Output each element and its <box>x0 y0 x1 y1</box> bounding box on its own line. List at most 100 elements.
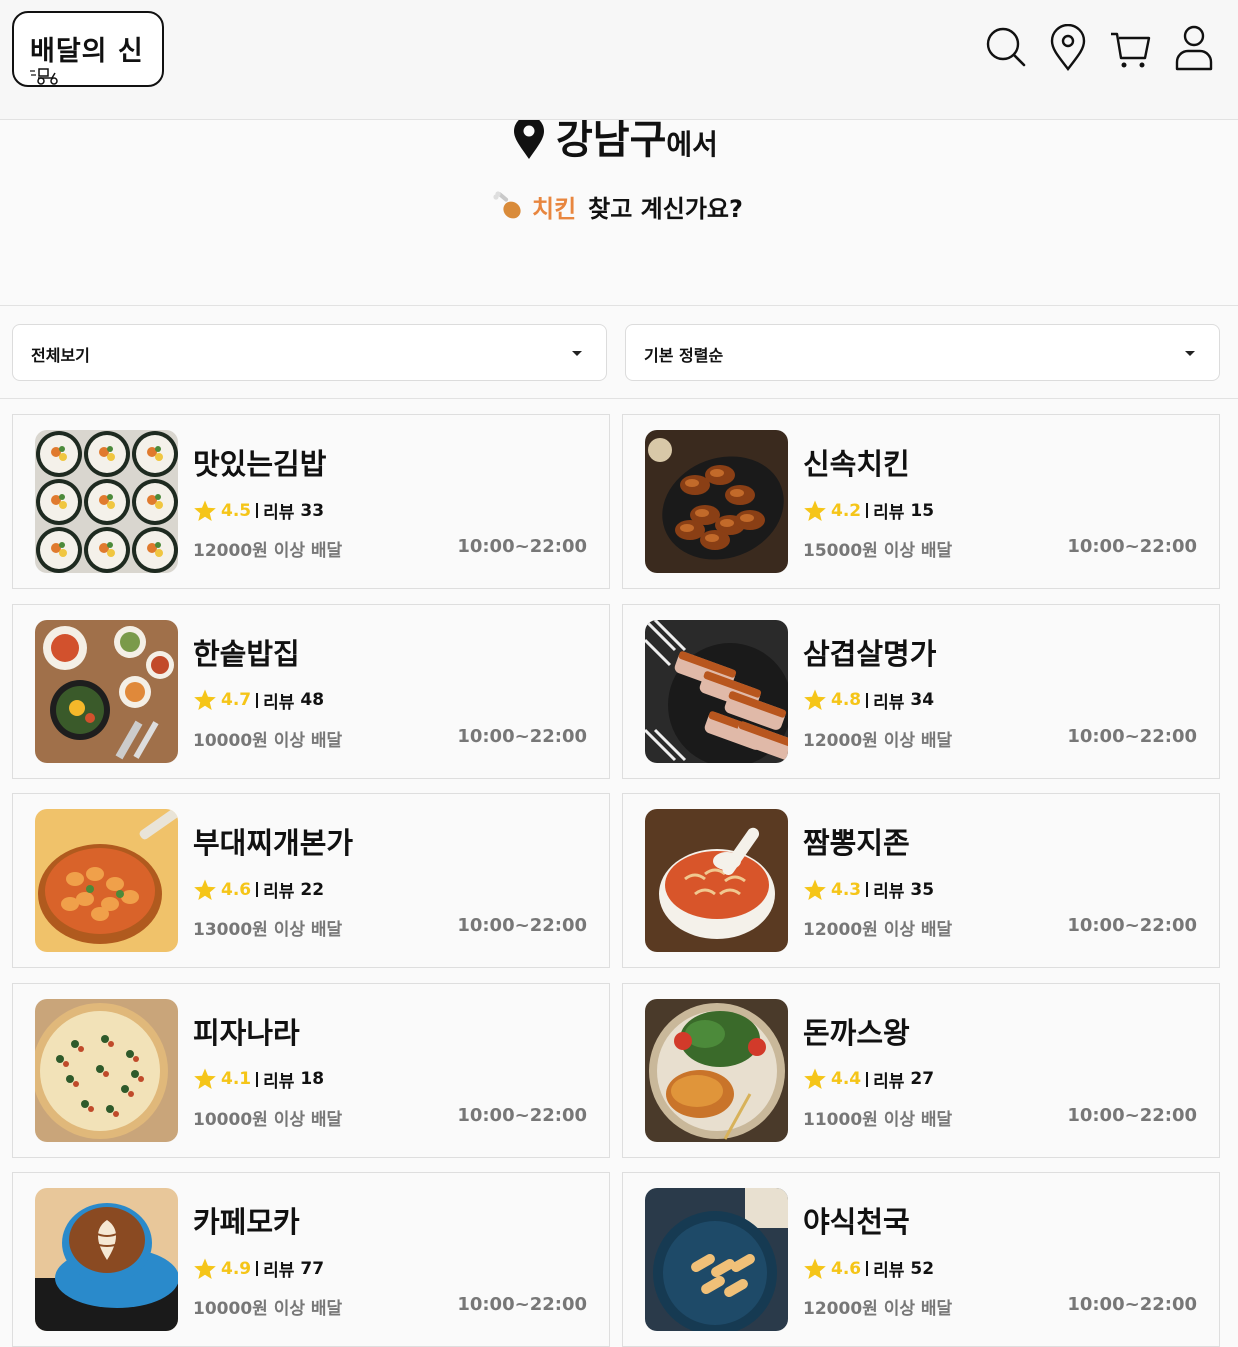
logo[interactable]: 배달의 신 <box>12 11 164 87</box>
restaurant-card[interactable]: 맛있는김밥 4.5 리뷰 33 12000원 이상 배달 10:00~22:00 <box>12 414 610 589</box>
rating-row: 4.6 리뷰 52 <box>803 1256 934 1281</box>
restaurant-name: 돈까스왕 <box>803 1015 910 1050</box>
rating-score: 4.1 <box>221 1069 252 1089</box>
sort-select[interactable]: 기본 정렬순 <box>625 324 1220 381</box>
opening-hours: 10:00~22:00 <box>457 1104 587 1126</box>
min-order: 12000원 이상 배달 <box>803 730 953 751</box>
restaurant-thumbnail <box>35 998 178 1142</box>
review-count: 27 <box>910 1069 935 1089</box>
category-select[interactable]: 전체보기 <box>12 324 607 381</box>
restaurant-thumbnail <box>645 809 788 952</box>
review-count: 18 <box>300 1069 325 1089</box>
search-icon[interactable] <box>983 24 1027 72</box>
opening-hours: 10:00~22:00 <box>1067 915 1197 936</box>
divider <box>256 1071 259 1087</box>
review-label: 리뷰 <box>263 692 295 713</box>
rating-score: 4.8 <box>831 690 862 710</box>
star-icon <box>194 689 216 710</box>
restaurant-name: 피자나라 <box>193 1015 300 1050</box>
restaurant-card[interactable]: 한솥밥집 4.7 리뷰 48 10000원 이상 배달 10:00~22:00 <box>12 603 610 779</box>
question-line: 치킨 찾고 계신가요? <box>492 186 743 226</box>
restaurant-thumbnail <box>35 619 178 763</box>
opening-hours: 10:00~22:00 <box>457 1294 587 1315</box>
restaurant-name: 삼겹살명가 <box>803 636 937 671</box>
review-label: 리뷰 <box>263 1071 295 1092</box>
rating-score: 4.2 <box>831 500 862 521</box>
star-icon <box>194 500 216 521</box>
review-count: 15 <box>910 500 935 521</box>
caret-down-icon <box>572 351 582 356</box>
rating-row: 4.7 리뷰 48 <box>193 688 324 713</box>
opening-hours: 10:00~22:00 <box>1067 725 1197 747</box>
rating-row: 4.2 리뷰 15 <box>803 498 934 523</box>
review-label: 리뷰 <box>873 882 905 902</box>
min-order: 10000원 이상 배달 <box>193 730 343 751</box>
min-order: 10000원 이상 배달 <box>193 1299 343 1319</box>
divider <box>866 692 869 708</box>
location-pin-icon[interactable] <box>1046 23 1090 72</box>
star-icon <box>804 1068 826 1089</box>
restaurant-name: 부대찌개본가 <box>193 826 354 860</box>
opening-hours: 10:00~22:00 <box>1067 536 1197 557</box>
restaurant-thumbnail <box>35 809 178 952</box>
food-keyword[interactable]: 치킨 <box>532 189 576 224</box>
cart-icon[interactable] <box>1109 24 1153 72</box>
restaurant-thumbnail <box>645 998 788 1142</box>
review-label: 리뷰 <box>263 1261 295 1281</box>
restaurant-thumbnail <box>645 619 788 763</box>
restaurant-name: 짬뽕지존 <box>803 826 910 860</box>
divider <box>256 882 259 897</box>
divider <box>866 1261 869 1276</box>
review-count: 48 <box>300 690 325 710</box>
opening-hours: 10:00~22:00 <box>457 915 587 936</box>
restaurant-card[interactable]: 피자나라 4.1 리뷰 18 10000원 이상 배달 10:00~22:00 <box>12 982 610 1158</box>
rating-score: 4.4 <box>831 1069 862 1089</box>
divider <box>256 692 259 708</box>
opening-hours: 10:00~22:00 <box>457 725 587 747</box>
divider <box>866 503 869 518</box>
opening-hours: 10:00~22:00 <box>457 536 587 557</box>
restaurant-name: 카페모카 <box>193 1205 300 1239</box>
min-order: 12000원 이상 배달 <box>193 541 343 561</box>
rating-row: 4.5 리뷰 33 <box>193 498 324 523</box>
star-icon <box>194 1068 216 1089</box>
min-order: 12000원 이상 배달 <box>803 920 953 940</box>
restaurant-card[interactable]: 신속치킨 4.2 리뷰 15 15000원 이상 배달 10:00~22:00 <box>622 414 1220 589</box>
divider <box>256 503 259 518</box>
rating-row: 4.9 리뷰 77 <box>193 1256 324 1281</box>
restaurant-card[interactable]: 삼겹살명가 4.8 리뷰 34 12000원 이상 배달 10:00~22:00 <box>622 603 1220 779</box>
question-text: 찾고 계신가요? <box>588 194 743 223</box>
restaurant-thumbnail <box>35 1188 178 1331</box>
restaurant-card[interactable]: 카페모카 4.9 리뷰 77 10000원 이상 배달 10:00~22:00 <box>12 1172 610 1347</box>
review-count: 33 <box>300 500 325 521</box>
rating-score: 4.7 <box>221 690 252 710</box>
restaurant-card[interactable]: 야식천국 4.6 리뷰 52 12000원 이상 배달 10:00~22:00 <box>622 1172 1220 1347</box>
star-icon <box>804 689 826 710</box>
rating-score: 4.9 <box>221 1258 252 1279</box>
restaurant-thumbnail <box>645 430 788 573</box>
logo-text: 배달의 신 <box>30 36 144 67</box>
rating-score: 4.6 <box>221 879 252 900</box>
scooter-icon <box>30 68 58 85</box>
min-order: 12000원 이상 배달 <box>803 1299 953 1319</box>
min-order: 11000원 이상 배달 <box>803 1109 953 1130</box>
review-label: 리뷰 <box>873 692 905 713</box>
restaurant-card[interactable]: 돈까스왕 4.4 리뷰 27 11000원 이상 배달 10:00~22:00 <box>622 982 1220 1158</box>
review-label: 리뷰 <box>873 503 905 523</box>
review-label: 리뷰 <box>263 882 295 902</box>
star-icon <box>194 1258 216 1279</box>
star-icon <box>804 1258 826 1279</box>
review-label: 리뷰 <box>873 1261 905 1281</box>
hero: 강남구 에서 치킨 찾고 계신가요? <box>0 116 1238 306</box>
review-label: 리뷰 <box>873 1071 905 1092</box>
caret-down-icon <box>1185 351 1195 356</box>
restaurant-card[interactable]: 짬뽕지존 4.3 리뷰 35 12000원 이상 배달 10:00~22:00 <box>622 793 1220 968</box>
review-count: 35 <box>910 879 935 900</box>
location-line[interactable]: 강남구 에서 <box>512 116 718 160</box>
min-order: 13000원 이상 배달 <box>193 920 343 940</box>
rating-row: 4.4 리뷰 27 <box>803 1067 934 1092</box>
user-icon[interactable] <box>1172 24 1216 72</box>
restaurant-thumbnail <box>35 430 178 573</box>
restaurant-card[interactable]: 부대찌개본가 4.6 리뷰 22 13000원 이상 배달 10:00~22:0… <box>12 793 610 968</box>
filter-bar: 전체보기 기본 정렬순 <box>0 307 1238 399</box>
